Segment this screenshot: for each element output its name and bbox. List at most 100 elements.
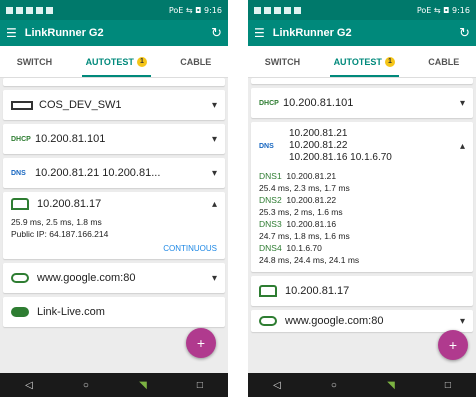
tab-switch[interactable]: SWITCH bbox=[261, 47, 305, 77]
tab-badge: 1 bbox=[136, 56, 147, 67]
recents-icon[interactable]: □ bbox=[445, 380, 451, 391]
nav-bar: ◁ ○ ◥ □ bbox=[0, 373, 228, 397]
dns-server-ip: 10.200.81.21 bbox=[286, 171, 337, 181]
dhcp-card[interactable]: DHCP 10.200.81.101 ▾ bbox=[3, 124, 225, 154]
network-icon[interactable]: ◥ bbox=[139, 380, 147, 391]
network-icon[interactable]: ◥ bbox=[387, 380, 395, 391]
continuous-button[interactable]: CONTINUOUS bbox=[11, 244, 217, 253]
linklive-label: Link-Live.com bbox=[37, 306, 105, 318]
dhcp-address: 10.200.81.101 bbox=[283, 97, 354, 109]
target-card[interactable]: www.google.com:80 ▾ bbox=[251, 310, 473, 332]
app-title: LinkRunner G2 bbox=[272, 27, 352, 39]
router-icon bbox=[259, 285, 277, 297]
chevron-down-icon[interactable]: ▾ bbox=[212, 100, 217, 111]
home-icon[interactable]: ○ bbox=[331, 380, 337, 391]
tab-label: SWITCH bbox=[16, 56, 53, 67]
dns-server-ip: 10.1.6.70 bbox=[286, 243, 322, 253]
dns-entry-times: 25.4 ms, 2.3 ms, 1.7 ms bbox=[259, 183, 350, 193]
back-icon[interactable]: ◁ bbox=[25, 380, 33, 391]
refresh-icon[interactable]: ↻ bbox=[211, 25, 222, 41]
dns-tag: DNS bbox=[11, 169, 26, 177]
tab-cable[interactable]: CABLE bbox=[176, 47, 215, 77]
target-host: www.google.com:80 bbox=[285, 315, 384, 327]
menu-icon[interactable]: ☰ bbox=[6, 26, 17, 40]
dns-entry-title: DNS3 10.200.81.16 bbox=[259, 218, 465, 230]
app-title: LinkRunner G2 bbox=[24, 27, 104, 39]
dhcp-tag: DHCP bbox=[11, 135, 31, 143]
notification-icon bbox=[294, 6, 301, 14]
dns-card[interactable]: DNS 10.200.81.21 10.200.81.22 10.200.81.… bbox=[251, 122, 473, 272]
chevron-down-icon[interactable]: ▾ bbox=[212, 134, 217, 145]
dns-entry-times: 24.7 ms, 1.8 ms, 1.6 ms bbox=[259, 231, 350, 241]
status-bar: PoE ⇆ ◘ 9:16 bbox=[248, 0, 476, 20]
menu-icon[interactable]: ☰ bbox=[254, 26, 265, 40]
partial-card bbox=[251, 78, 473, 84]
target-host: www.google.com:80 bbox=[37, 272, 136, 284]
tab-label: CABLE bbox=[180, 56, 212, 67]
cloud-icon bbox=[11, 273, 29, 283]
linklive-card[interactable]: Link-Live.com bbox=[3, 297, 225, 327]
gateway-card[interactable]: 10.200.81.17 bbox=[251, 276, 473, 306]
dns-card[interactable]: DNS 10.200.81.21 10.200.81... ▾ bbox=[3, 158, 225, 188]
dns-details: DNS1 10.200.81.21 25.4 ms, 2.3 ms, 1.7 m… bbox=[259, 170, 465, 266]
chevron-up-icon[interactable]: ▴ bbox=[460, 141, 465, 152]
notification-icon bbox=[16, 6, 23, 14]
tab-badge: 1 bbox=[384, 56, 395, 67]
home-icon[interactable]: ○ bbox=[83, 380, 89, 391]
notification-icon bbox=[26, 6, 33, 14]
chevron-down-icon[interactable]: ▾ bbox=[460, 98, 465, 109]
chevron-down-icon[interactable]: ▾ bbox=[460, 316, 465, 327]
add-button[interactable]: + bbox=[438, 330, 468, 360]
notification-icon bbox=[274, 6, 281, 14]
tab-cable[interactable]: CABLE bbox=[424, 47, 463, 77]
gateway-address: 10.200.81.17 bbox=[285, 285, 350, 297]
notification-icon bbox=[264, 6, 271, 14]
dns-tag: DNS bbox=[259, 142, 274, 150]
app-bar: ☰ LinkRunner G2 ↻ bbox=[248, 20, 476, 46]
autotest-list[interactable]: DHCP 10.200.81.101 ▾ DNS 10.200.81.21 10… bbox=[248, 78, 476, 373]
left-screen: PoE ⇆ ◘ 9:16 ☰ LinkRunner G2 ↻ SWITCH AU… bbox=[0, 0, 228, 397]
dns-addresses: 10.200.81.21 10.200.81... bbox=[35, 167, 161, 179]
status-right: PoE ⇆ ◘ 9:16 bbox=[168, 5, 222, 15]
dhcp-address: 10.200.81.101 bbox=[35, 133, 106, 145]
tab-autotest[interactable]: AUTOTEST 1 bbox=[329, 47, 400, 77]
gateway-card[interactable]: 10.200.81.17 ▴ 25.9 ms, 2.5 ms, 1.8 ms P… bbox=[3, 192, 225, 259]
chevron-down-icon[interactable]: ▾ bbox=[212, 273, 217, 284]
status-bar: PoE ⇆ ◘ 9:16 bbox=[0, 0, 228, 20]
chevron-down-icon[interactable]: ▾ bbox=[212, 168, 217, 179]
dns-entry-title: DNS1 10.200.81.21 bbox=[259, 170, 465, 182]
chevron-up-icon[interactable]: ▴ bbox=[212, 199, 217, 210]
tab-label: AUTOTEST bbox=[333, 56, 382, 67]
switch-name: COS_DEV_SW1 bbox=[39, 99, 122, 111]
gateway-address: 10.200.81.17 bbox=[37, 198, 102, 210]
cloud-icon bbox=[259, 316, 277, 326]
dns-address-list: 10.200.81.21 10.200.81.22 10.200.81.16 1… bbox=[283, 128, 456, 164]
notification-icon bbox=[284, 6, 291, 14]
dns-entry-title: DNS4 10.1.6.70 bbox=[259, 242, 465, 254]
right-screen: PoE ⇆ ◘ 9:16 ☰ LinkRunner G2 ↻ SWITCH AU… bbox=[248, 0, 476, 397]
back-icon[interactable]: ◁ bbox=[273, 380, 281, 391]
notification-icons bbox=[254, 6, 301, 14]
target-card[interactable]: www.google.com:80 ▾ bbox=[3, 263, 225, 293]
dns-entry-times: 24.8 ms, 24.4 ms, 24.1 ms bbox=[259, 255, 360, 265]
dhcp-card[interactable]: DHCP 10.200.81.101 ▾ bbox=[251, 88, 473, 118]
dns-server-ip: 10.200.81.16 bbox=[286, 219, 337, 229]
tab-switch[interactable]: SWITCH bbox=[13, 47, 57, 77]
tab-autotest[interactable]: AUTOTEST 1 bbox=[81, 47, 152, 77]
gateway-times: 25.9 ms, 2.5 ms, 1.8 ms bbox=[11, 217, 102, 227]
notification-icon bbox=[36, 6, 43, 14]
tab-label: CABLE bbox=[428, 56, 460, 67]
dns-entry-title: DNS2 10.200.81.22 bbox=[259, 194, 465, 206]
tab-bar: SWITCH AUTOTEST 1 CABLE bbox=[0, 46, 228, 78]
notification-icon bbox=[254, 6, 261, 14]
dns-entry-times: 25.3 ms, 2 ms, 1.6 ms bbox=[259, 207, 343, 217]
recents-icon[interactable]: □ bbox=[197, 380, 203, 391]
refresh-icon[interactable]: ↻ bbox=[459, 25, 470, 41]
switch-card[interactable]: COS_DEV_SW1 ▾ bbox=[3, 90, 225, 120]
tab-label: SWITCH bbox=[264, 56, 301, 67]
notification-icon bbox=[46, 6, 53, 14]
dns-server-name: DNS4 bbox=[259, 243, 282, 253]
status-right: PoE ⇆ ◘ 9:16 bbox=[416, 5, 470, 15]
add-button[interactable]: + bbox=[186, 328, 216, 358]
app-bar: ☰ LinkRunner G2 ↻ bbox=[0, 20, 228, 46]
